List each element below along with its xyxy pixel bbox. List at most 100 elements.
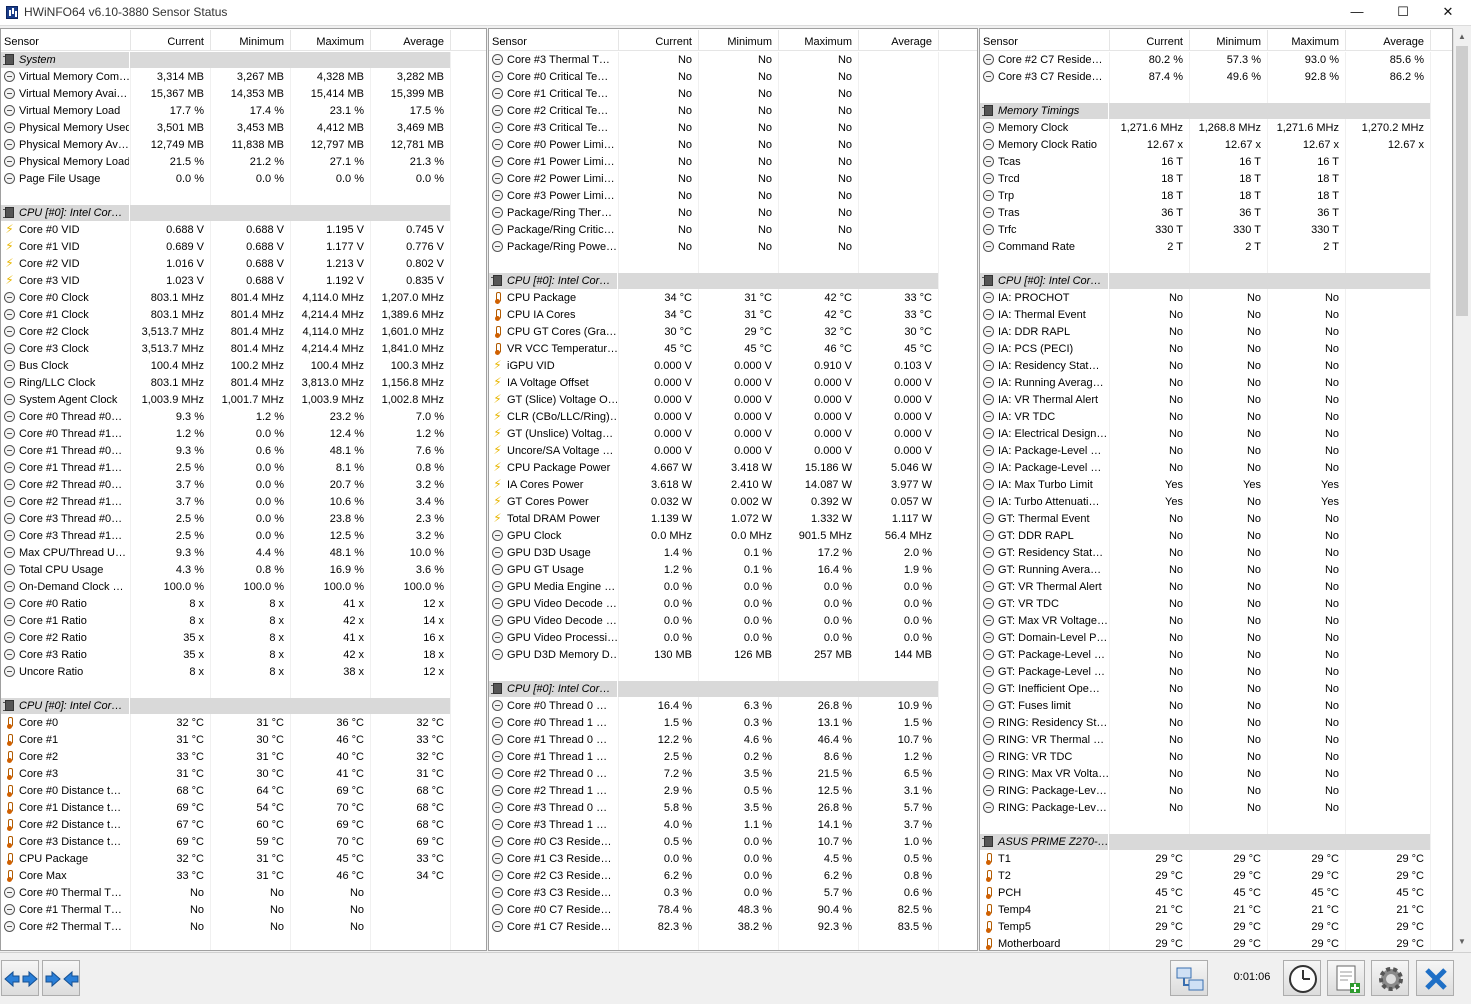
header-divider[interactable] xyxy=(618,30,619,50)
sensor-row[interactable]: Core #0 Critical Te… No No No xyxy=(489,69,977,86)
sensor-row[interactable]: GT: Thermal Event No No No xyxy=(980,511,1452,528)
sensor-row[interactable]: RING: VR TDC No No No xyxy=(980,749,1452,766)
sensor-row[interactable]: IA: DDR RAPL No No No xyxy=(980,324,1452,341)
sensor-row[interactable]: Memory Clock Ratio 12.67 x 12.67 x 12.67 x 1… xyxy=(980,137,1452,154)
sensor-row[interactable]: Core #2 Thread #0… 3.7 % 0.0 % 20.7 % 3.2 % xyxy=(1,477,486,494)
sensor-row[interactable]: Core #0 Thread #1… 1.2 % 0.0 % 12.4 % 1.2 % xyxy=(1,426,486,443)
sensor-row[interactable]: Core #2 Clock 3,513.7 MHz 801.4 MHz 4,114.0… xyxy=(1,324,486,341)
sensor-row[interactable]: IA: Electrical Design… No No No xyxy=(980,426,1452,443)
sensor-row[interactable]: Core #1 Distance t… 69 °C 54 °C 70 °C 68 °C xyxy=(1,800,486,817)
sensor-row[interactable]: Core #2 Thread 1 … 2.9 % 0.5 % 12.5 % 3.1 % xyxy=(489,783,977,800)
sensor-row[interactable]: RING: Max VR Volta… No No No xyxy=(980,766,1452,783)
sensor-row[interactable]: Core #0 Thread 1 … 1.5 % 0.3 % 13.1 % 1.5 % xyxy=(489,715,977,732)
sensor-row[interactable]: Core #0 Thread 0 … 16.4 % 6.3 % 26.8 % 10.9 … xyxy=(489,698,977,715)
sensor-row[interactable]: Uncore Ratio 8 x 8 x 38 x 12 x xyxy=(1,664,486,681)
sensor-row[interactable]: IA: Residency Stat… No No No xyxy=(980,358,1452,375)
sensor-row[interactable]: Temp4 21 °C 21 °C 21 °C 21 °C xyxy=(980,902,1452,919)
scroll-down-arrow-icon[interactable]: ▼ xyxy=(1454,934,1470,950)
sensor-row[interactable]: Core #2 Critical Te… No No No xyxy=(489,103,977,120)
sensor-row[interactable]: CPU GT Cores (Gra… 30 °C 29 °C 32 °C 30 °C xyxy=(489,324,977,341)
sensor-row[interactable]: Virtual Memory Avai… 15,367 MB 14,353 MB 15… xyxy=(1,86,486,103)
sensor-row[interactable]: GPU Video Decode … 0.0 % 0.0 % 0.0 % 0.0 % xyxy=(489,596,977,613)
header-divider[interactable] xyxy=(290,30,291,50)
sensor-row[interactable]: Physical Memory Used 3,501 MB 3,453 MB 4,41… xyxy=(1,120,486,137)
sensor-row[interactable]: Core #2 Thread 0 … 7.2 % 3.5 % 21.5 % 6.5 % xyxy=(489,766,977,783)
sensor-row[interactable]: Core #3 Distance t… 69 °C 59 °C 70 °C 69 °C xyxy=(1,834,486,851)
sensor-row[interactable]: IA: Thermal Event No No No xyxy=(980,307,1452,324)
sensor-group-header[interactable]: CPU [#0]: Intel Cor… xyxy=(980,273,1452,290)
sensor-panel-1[interactable]: Sensor Current Minimum Maximum Average System… xyxy=(0,28,487,951)
sensor-group-header[interactable]: CPU [#0]: Intel Cor… xyxy=(1,205,486,222)
sensor-row[interactable]: Core #1 Thread #0… 9.3 % 0.6 % 48.1 % 7.6 % xyxy=(1,443,486,460)
sensor-row[interactable]: Core #0 Power Limi… No No No xyxy=(489,137,977,154)
sensor-row[interactable]: Core #0 C3 Reside… 0.5 % 0.0 % 10.7 % 1.0 % xyxy=(489,834,977,851)
sensor-row[interactable]: IA: Package-Level … No No No xyxy=(980,460,1452,477)
column-header-current[interactable]: Current xyxy=(1109,35,1183,49)
sensor-row[interactable]: GT: Running Avera… No No No xyxy=(980,562,1452,579)
sensor-row[interactable]: GT: Package-Level … No No No xyxy=(980,647,1452,664)
sensor-row[interactable]: Core #1 Thread 0 … 12.2 % 4.6 % 46.4 % 10.7 … xyxy=(489,732,977,749)
sensor-row[interactable]: CLR (CBo/LLC/Ring)… ⚡ 0.000 V 0.000 V 0.000 … xyxy=(489,409,977,426)
sensor-row[interactable]: Trp 18 T 18 T 18 T xyxy=(980,188,1452,205)
sensor-row[interactable]: Trcd 18 T 18 T 18 T xyxy=(980,171,1452,188)
sensor-row[interactable]: Core #0 Thermal T… No No No xyxy=(1,885,486,902)
sensor-row[interactable]: Core #3 VID ⚡ 1.023 V 0.688 V 1.192 V 0.835 V xyxy=(1,273,486,290)
sensor-row[interactable]: Bus Clock 100.4 MHz 100.2 MHz 100.4 MHz 100.… xyxy=(1,358,486,375)
column-header-current[interactable]: Current xyxy=(130,35,204,49)
sensor-row[interactable]: Core #0 Distance t… 68 °C 64 °C 69 °C 68 °C xyxy=(1,783,486,800)
close-window-button[interactable]: ✕ xyxy=(1425,0,1471,26)
header-divider[interactable] xyxy=(1189,30,1190,50)
header-divider[interactable] xyxy=(698,30,699,50)
sensor-row[interactable]: Package/Ring Critic… No No No xyxy=(489,222,977,239)
sensor-row[interactable]: Package/Ring Ther… No No No xyxy=(489,205,977,222)
column-header-sensor[interactable]: Sensor xyxy=(492,35,617,49)
sensor-row[interactable]: Command Rate 2 T 2 T 2 T xyxy=(980,239,1452,256)
sensor-row[interactable]: GT: Max VR Voltage… No No No xyxy=(980,613,1452,630)
sensor-group-header[interactable]: ASUS PRIME Z270-… xyxy=(980,834,1452,851)
sensor-row[interactable]: GPU Video Decode … 0.0 % 0.0 % 0.0 % 0.0 % xyxy=(489,613,977,630)
column-header-sensor[interactable]: Sensor xyxy=(983,35,1108,49)
sensor-row[interactable]: Tcas 16 T 16 T 16 T xyxy=(980,154,1452,171)
sensor-row[interactable]: Core #1 C3 Reside… 0.0 % 0.0 % 4.5 % 0.5 % xyxy=(489,851,977,868)
sensor-row[interactable]: IA: Package-Level … No No No xyxy=(980,443,1452,460)
sensor-row[interactable]: Uncore/SA Voltage … ⚡ 0.000 V 0.000 V 0.000 … xyxy=(489,443,977,460)
vertical-scrollbar[interactable]: ▲ ▼ xyxy=(1453,29,1469,950)
sensor-row[interactable]: CPU Package 32 °C 31 °C 45 °C 33 °C xyxy=(1,851,486,868)
sensor-row[interactable]: GT: Fuses limit No No No xyxy=(980,698,1452,715)
sensor-row[interactable]: Core #0 C7 Reside… 78.4 % 48.3 % 90.4 % 82.5… xyxy=(489,902,977,919)
sensor-row[interactable]: Core #2 C3 Reside… 6.2 % 0.0 % 6.2 % 0.8 % xyxy=(489,868,977,885)
sensor-row[interactable]: System Agent Clock 1,003.9 MHz 1,001.7 MHz… xyxy=(1,392,486,409)
sensor-row[interactable]: Core #3 Thread #0… 2.5 % 0.0 % 23.8 % 2.3 % xyxy=(1,511,486,528)
sensor-row[interactable]: On-Demand Clock … 100.0 % 100.0 % 100.0 % 10… xyxy=(1,579,486,596)
sensor-row[interactable]: Core #0 Ratio 8 x 8 x 41 x 12 x xyxy=(1,596,486,613)
sensor-row[interactable]: CPU Package Power ⚡ 4.667 W 3.418 W 15.186 W… xyxy=(489,460,977,477)
sensor-row[interactable]: GT: VR Thermal Alert No No No xyxy=(980,579,1452,596)
header-divider[interactable] xyxy=(210,30,211,50)
sensor-row[interactable]: VR VCC Temperatur… 45 °C 45 °C 46 °C 45 °C xyxy=(489,341,977,358)
collapse-columns-button[interactable] xyxy=(42,960,80,996)
sensor-row[interactable]: GT: Inefficient Ope… No No No xyxy=(980,681,1452,698)
maximize-button[interactable]: ☐ xyxy=(1380,0,1426,26)
sensor-row[interactable]: Core #3 Clock 3,513.7 MHz 801.4 MHz 4,214.4… xyxy=(1,341,486,358)
sensor-row[interactable]: Virtual Memory Com… 3,314 MB 3,267 MB 4,328… xyxy=(1,69,486,86)
sensor-row[interactable]: IA: Max Turbo Limit Yes Yes Yes xyxy=(980,477,1452,494)
sensor-row[interactable]: Core #1 Thread 1 … 2.5 % 0.2 % 8.6 % 1.2 % xyxy=(489,749,977,766)
sensor-row[interactable]: T2 29 °C 29 °C 29 °C 29 °C xyxy=(980,868,1452,885)
sensor-row[interactable]: Motherboard 29 °C 29 °C 29 °C 29 °C xyxy=(980,936,1452,950)
header-divider[interactable] xyxy=(370,30,371,50)
sensor-panel-2[interactable]: Sensor Current Minimum Maximum Average Core #… xyxy=(488,28,978,951)
sensor-row[interactable]: Core #0 VID ⚡ 0.688 V 0.688 V 1.195 V 0.745 V xyxy=(1,222,486,239)
header-divider[interactable] xyxy=(1267,30,1268,50)
column-header-average[interactable]: Average xyxy=(370,35,444,49)
sensor-row[interactable]: GPU Media Engine … 0.0 % 0.0 % 0.0 % 0.0 % xyxy=(489,579,977,596)
expand-columns-button[interactable] xyxy=(1,960,39,996)
column-header-maximum[interactable]: Maximum xyxy=(778,35,852,49)
header-divider[interactable] xyxy=(938,30,939,50)
header-divider[interactable] xyxy=(858,30,859,50)
settings-button[interactable] xyxy=(1371,960,1409,996)
sensor-row[interactable]: GPU Video Processi… 0.0 % 0.0 % 0.0 % 0.0 % xyxy=(489,630,977,647)
sensor-row[interactable]: Core #1 Thermal T… No No No xyxy=(1,902,486,919)
sensor-row[interactable]: IA: PCS (PECI) No No No xyxy=(980,341,1452,358)
sensor-row[interactable]: Core #3 31 °C 30 °C 41 °C 31 °C xyxy=(1,766,486,783)
header-divider[interactable] xyxy=(1345,30,1346,50)
